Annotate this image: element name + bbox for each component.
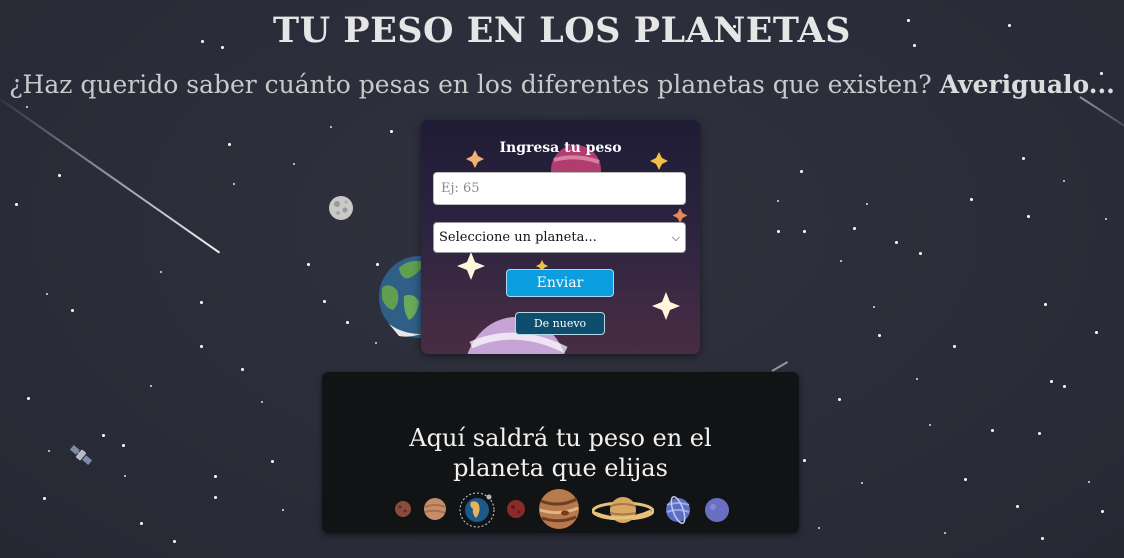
star-dot (150, 385, 152, 387)
star-dot (895, 241, 898, 244)
star-dot (840, 260, 842, 262)
star-dot (330, 126, 332, 128)
neptune-icon (705, 498, 729, 522)
star-dot (228, 143, 231, 146)
weight-input[interactable] (433, 172, 686, 205)
star-dot (800, 170, 803, 173)
space-background: TU PESO EN LOS PLANETAS ¿Haz querido sab… (0, 0, 1124, 558)
star-dot (803, 230, 806, 233)
subtitle-cta: Averigualo... (939, 70, 1115, 99)
star-dot (48, 450, 50, 452)
star-dot (929, 424, 931, 426)
venus-icon (424, 498, 446, 520)
jupiter-icon (539, 489, 579, 529)
star-dot (27, 397, 30, 400)
star-dot (1027, 215, 1030, 218)
star-dot (1050, 380, 1053, 383)
submit-button[interactable]: Enviar (506, 269, 614, 297)
uranus-icon (666, 495, 690, 525)
mercury-icon (395, 501, 411, 517)
star-dot (293, 163, 295, 165)
star-dot (861, 482, 863, 484)
planet-select[interactable]: Seleccione un planeta... ⌵ (433, 222, 686, 253)
star-dot (46, 293, 48, 295)
star-dot (346, 321, 349, 324)
star-dot (878, 334, 881, 337)
weight-form-card: Ingresa tu peso Seleccione un planeta...… (421, 120, 700, 354)
star-dot (818, 527, 820, 529)
chevron-down-icon: ⌵ (671, 230, 680, 244)
star-dot (71, 309, 74, 312)
page-title: TU PESO EN LOS PLANETAS (273, 10, 851, 51)
planet-select-value: Seleccione un planeta... (439, 230, 597, 245)
star-dot (390, 130, 393, 133)
weight-label: Ingresa tu peso (499, 140, 622, 156)
star-dot (964, 478, 967, 481)
star-dot (919, 252, 922, 255)
star-dot (1022, 157, 1025, 160)
moon-icon (329, 196, 353, 220)
star-dot (1038, 432, 1041, 435)
star-dot (1063, 180, 1065, 182)
star-dot (1095, 331, 1098, 334)
star-dot (58, 174, 61, 177)
star-dot (916, 378, 918, 380)
result-panel: Aquí saldrá tu peso en el planeta que el… (322, 372, 799, 533)
star-dot (838, 398, 841, 401)
star-dot (26, 106, 28, 108)
star-dot (241, 368, 244, 371)
star-dot (866, 203, 868, 205)
star-dot (214, 496, 217, 499)
star-dot (200, 301, 203, 304)
star-dot (873, 306, 875, 308)
subtitle-question: ¿Haz querido saber cuánto pesas en los d… (9, 70, 932, 99)
star-dot (200, 345, 203, 348)
star-dot (160, 271, 162, 273)
star-dot (282, 509, 284, 511)
star-dot (970, 198, 973, 201)
star-dot (1105, 218, 1107, 220)
star-dot (15, 203, 18, 206)
earth-icon (459, 492, 495, 528)
satellite-icon (69, 444, 93, 466)
page-subtitle: ¿Haz querido saber cuánto pesas en los d… (0, 70, 1124, 99)
star-dot (173, 540, 176, 543)
star-dot (271, 460, 274, 463)
comet-icon (0, 98, 221, 254)
result-message: Aquí saldrá tu peso en el planeta que el… (409, 424, 712, 482)
star-dot (140, 522, 143, 525)
star-dot (853, 227, 856, 230)
star-dot (991, 429, 994, 432)
star-dot (1016, 505, 1019, 508)
star-dot (124, 475, 126, 477)
star-dot (43, 497, 46, 500)
star-dot (214, 475, 217, 478)
star-dot (1041, 537, 1044, 540)
star-dot (953, 345, 956, 348)
star-dot (803, 459, 806, 462)
star-dot (1044, 303, 1047, 306)
star-dot (122, 444, 125, 447)
star-dot (777, 230, 780, 233)
mars-icon (507, 500, 525, 518)
reset-button[interactable]: De nuevo (515, 312, 605, 335)
star-dot (375, 342, 377, 344)
comet-icon (771, 361, 789, 372)
star-dot (944, 532, 946, 534)
star-dot (1063, 385, 1066, 388)
comet-icon (1079, 96, 1124, 131)
star-dot (233, 183, 235, 185)
star-dot (307, 263, 310, 266)
star-dot (1101, 510, 1104, 513)
star-dot (102, 434, 105, 437)
star-dot (777, 200, 779, 202)
star-dot (323, 300, 326, 303)
planet-icons-row (322, 489, 799, 530)
star-dot (1088, 481, 1090, 483)
saturn-icon (592, 497, 654, 523)
star-dot (261, 401, 263, 403)
